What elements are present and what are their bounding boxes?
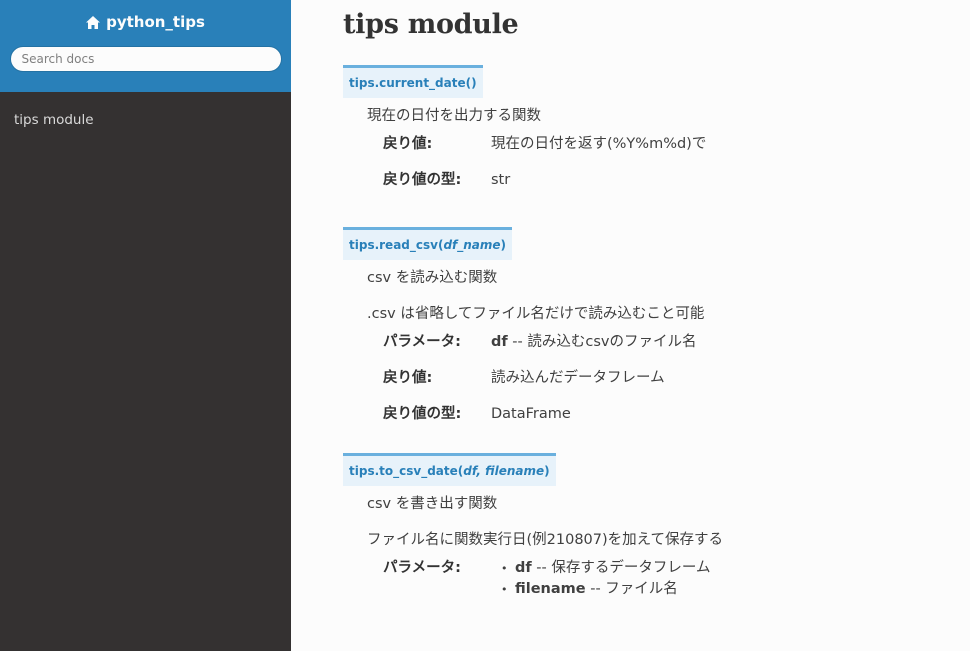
field-returns: 戻り値: 読み込んだデータフレーム	[383, 368, 970, 388]
signature-close: )	[500, 238, 507, 252]
home-icon	[86, 15, 101, 29]
field-name: パラメータ:	[383, 334, 461, 350]
field-list: パラメータ: • df -- 保存するデータフレーム • filename -- フ…	[383, 558, 970, 600]
function-description: csv を書き出す関数	[367, 496, 498, 512]
page-title: tips module	[343, 9, 519, 40]
field-name: 戻り値:	[383, 370, 433, 386]
nav-item-tips-module[interactable]: tips module	[0, 110, 291, 130]
param-description: -- 読み込むcsvのファイル名	[507, 334, 697, 350]
param-name: df	[515, 560, 532, 576]
field-list: 戻り値: 現在の日付を返す(%Y%m%d)で 戻り値の型: str	[383, 134, 970, 190]
signature-params: df, filename	[463, 464, 545, 478]
function-description: ファイル名に関数実行日(例210807)を加えて保存する	[367, 532, 723, 548]
param-item: • df -- 保存するデータフレーム	[501, 558, 970, 579]
nav-list: tips module	[0, 110, 291, 130]
function-description: 現在の日付を出力する関数	[367, 108, 541, 124]
function-current-date: tips.current_date() 現在の日付を出力する関数 戻り値: 現在…	[343, 65, 970, 190]
field-value: DataFrame	[491, 406, 571, 422]
field-name: パラメータ:	[383, 560, 461, 576]
signature-name: tips.read_csv(	[349, 238, 444, 252]
field-value: str	[491, 172, 511, 188]
function-signature: tips.read_csv(df_name)	[343, 227, 513, 260]
field-value: 読み込んだデータフレーム	[491, 370, 665, 386]
param-list: • df -- 保存するデータフレーム • filename -- ファイル名	[501, 558, 970, 600]
bullet-icon: •	[501, 583, 508, 596]
signature-name: tips.current_date()	[349, 76, 477, 90]
function-description: .csv は省略してファイル名だけで読み込むこと可能	[367, 306, 705, 322]
sidebar-header: python_tips	[0, 0, 291, 92]
function-read-csv: tips.read_csv(df_name) csv を読み込む関数 .csv …	[343, 227, 970, 424]
field-return-type: 戻り値の型: DataFrame	[383, 404, 970, 424]
function-description: csv を読み込む関数	[367, 270, 498, 286]
field-name: 戻り値:	[383, 136, 433, 152]
param-name: filename	[515, 581, 586, 597]
function-to-csv-date: tips.to_csv_date(df, filename) csv を書き出す…	[343, 453, 970, 600]
field-value: df -- 読み込むcsvのファイル名	[491, 332, 970, 352]
field-value: 現在の日付を返す(%Y%m%d)で	[491, 136, 707, 152]
signature-params: df_name	[443, 238, 501, 252]
function-signature: tips.to_csv_date(df, filename)	[343, 453, 556, 486]
project-home-link[interactable]: python_tips	[86, 13, 205, 31]
field-name: 戻り値の型:	[383, 406, 462, 422]
param-item: • filename -- ファイル名	[501, 579, 970, 600]
search-input[interactable]	[9, 45, 282, 72]
field-return-type: 戻り値の型: str	[383, 170, 970, 190]
project-name: python_tips	[106, 13, 205, 31]
main-content: tips module tips.current_date() 現在の日付を出力…	[343, 0, 970, 651]
field-parameters: パラメータ: • df -- 保存するデータフレーム • filename -- フ…	[383, 558, 970, 600]
field-returns: 戻り値: 現在の日付を返す(%Y%m%d)で	[383, 134, 970, 154]
field-parameters: パラメータ: df -- 読み込むcsvのファイル名	[383, 332, 970, 352]
sidebar: python_tips tips module	[0, 0, 291, 651]
param-description: -- ファイル名	[585, 581, 678, 597]
function-signature: tips.current_date()	[343, 65, 483, 98]
signature-close: )	[544, 464, 550, 478]
field-list: パラメータ: df -- 読み込むcsvのファイル名 戻り値: 読み込んだデータ…	[383, 332, 970, 424]
field-name: 戻り値の型:	[383, 172, 462, 188]
param-description: -- 保存するデータフレーム	[531, 560, 711, 576]
signature-name: tips.to_csv_date(	[349, 464, 464, 478]
bullet-icon: •	[501, 562, 508, 575]
param-name: df	[491, 334, 508, 350]
